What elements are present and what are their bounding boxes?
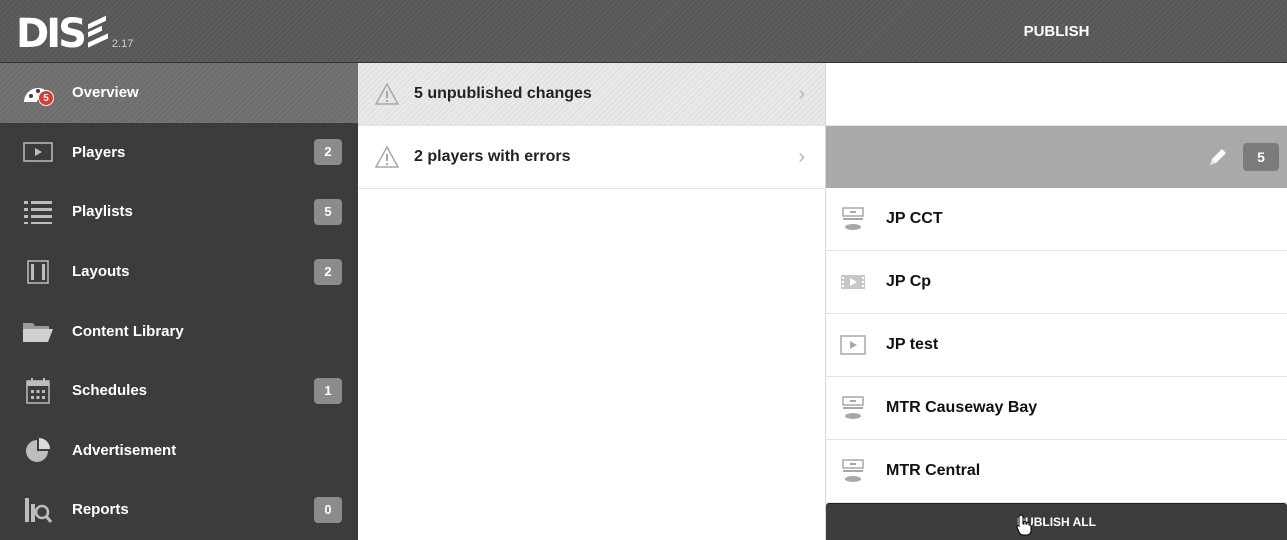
reports-icon — [18, 495, 58, 525]
change-item-label: 2 players with errors — [414, 148, 571, 165]
player-row[interactable]: MTR Central — [826, 440, 1287, 503]
chevron-right-icon: › — [798, 83, 805, 105]
sidebar-item-layouts[interactable]: Layouts 2 — [0, 242, 358, 302]
chevron-right-icon: › — [798, 146, 805, 168]
player-row[interactable]: MTR Causeway Bay — [826, 377, 1287, 440]
warning-icon — [374, 145, 400, 169]
sidebar-item-players[interactable]: Players 2 — [0, 123, 358, 183]
folder-icon — [18, 316, 58, 346]
dashboard-icon: 5 — [18, 78, 58, 108]
count-badge: 5 — [314, 198, 342, 225]
logo-mark-icon — [87, 15, 110, 48]
sidebar-item-label: Content Library — [72, 322, 184, 340]
pencil-icon[interactable] — [1207, 146, 1229, 168]
play-box-icon — [840, 332, 866, 358]
count-badge: 1 — [314, 377, 342, 404]
count-badge: 2 — [314, 258, 342, 285]
player-name: MTR Causeway Bay — [886, 399, 1038, 416]
warning-icon — [374, 82, 400, 106]
changes-list: 5 unpublished changes › 2 players with e… — [358, 63, 826, 540]
hand-cursor-icon — [1016, 514, 1032, 536]
publish-all-button[interactable]: PUBLISH ALL — [826, 503, 1287, 540]
player-errors-item[interactable]: 2 players with errors › — [358, 126, 825, 189]
player-row[interactable]: JP CCT — [826, 188, 1287, 251]
pie-chart-icon — [18, 435, 58, 465]
count-badge: 2 — [314, 139, 342, 166]
player-stack-icon — [840, 395, 866, 421]
player-icon — [18, 137, 58, 167]
app-version: 2.17 — [111, 38, 134, 50]
layout-icon — [18, 257, 58, 287]
sidebar: 5 Overview Players 2 Playlists 5 Layouts… — [0, 63, 358, 540]
sidebar-item-label: Advertisement — [72, 441, 177, 459]
players-group-header: 5 — [826, 126, 1287, 188]
sidebar-item-advertisement[interactable]: Advertisement — [0, 421, 358, 481]
player-name: JP CCT — [886, 210, 943, 227]
player-name: JP test — [886, 336, 939, 353]
app-logo[interactable]: DIS 2.17 — [16, 6, 133, 56]
top-bar: DIS 2.17 PUBLISH — [0, 0, 1287, 63]
change-item-label: 5 unpublished changes — [414, 85, 592, 102]
player-row[interactable]: JP test — [826, 314, 1287, 377]
player-stack-icon — [840, 206, 866, 232]
sidebar-item-reports[interactable]: Reports 0 — [0, 480, 358, 540]
publish-panel: 5 JP CCT JP Cp JP test MTR Causeway Bay … — [826, 63, 1287, 540]
logo-text: DIS — [16, 11, 87, 57]
film-icon — [840, 269, 866, 295]
calendar-icon — [18, 376, 58, 406]
sidebar-item-label: Overview — [72, 84, 139, 102]
sidebar-item-playlists[interactable]: Playlists 5 — [0, 182, 358, 242]
panel-spacer — [826, 63, 1287, 126]
sidebar-item-content-library[interactable]: Content Library — [0, 301, 358, 361]
sidebar-item-schedules[interactable]: Schedules 1 — [0, 361, 358, 421]
player-name: MTR Central — [886, 462, 981, 479]
playlist-icon — [18, 197, 58, 227]
player-row[interactable]: JP Cp — [826, 251, 1287, 314]
sidebar-item-overview[interactable]: 5 Overview — [0, 63, 358, 123]
publish-panel-title: PUBLISH — [1023, 23, 1090, 40]
alert-count-badge: 5 — [38, 89, 54, 106]
count-badge: 0 — [314, 496, 342, 523]
players-count-badge: 5 — [1243, 143, 1279, 171]
player-stack-icon — [840, 458, 866, 484]
player-name: JP Cp — [886, 273, 932, 290]
unpublished-changes-item[interactable]: 5 unpublished changes › — [358, 63, 825, 126]
